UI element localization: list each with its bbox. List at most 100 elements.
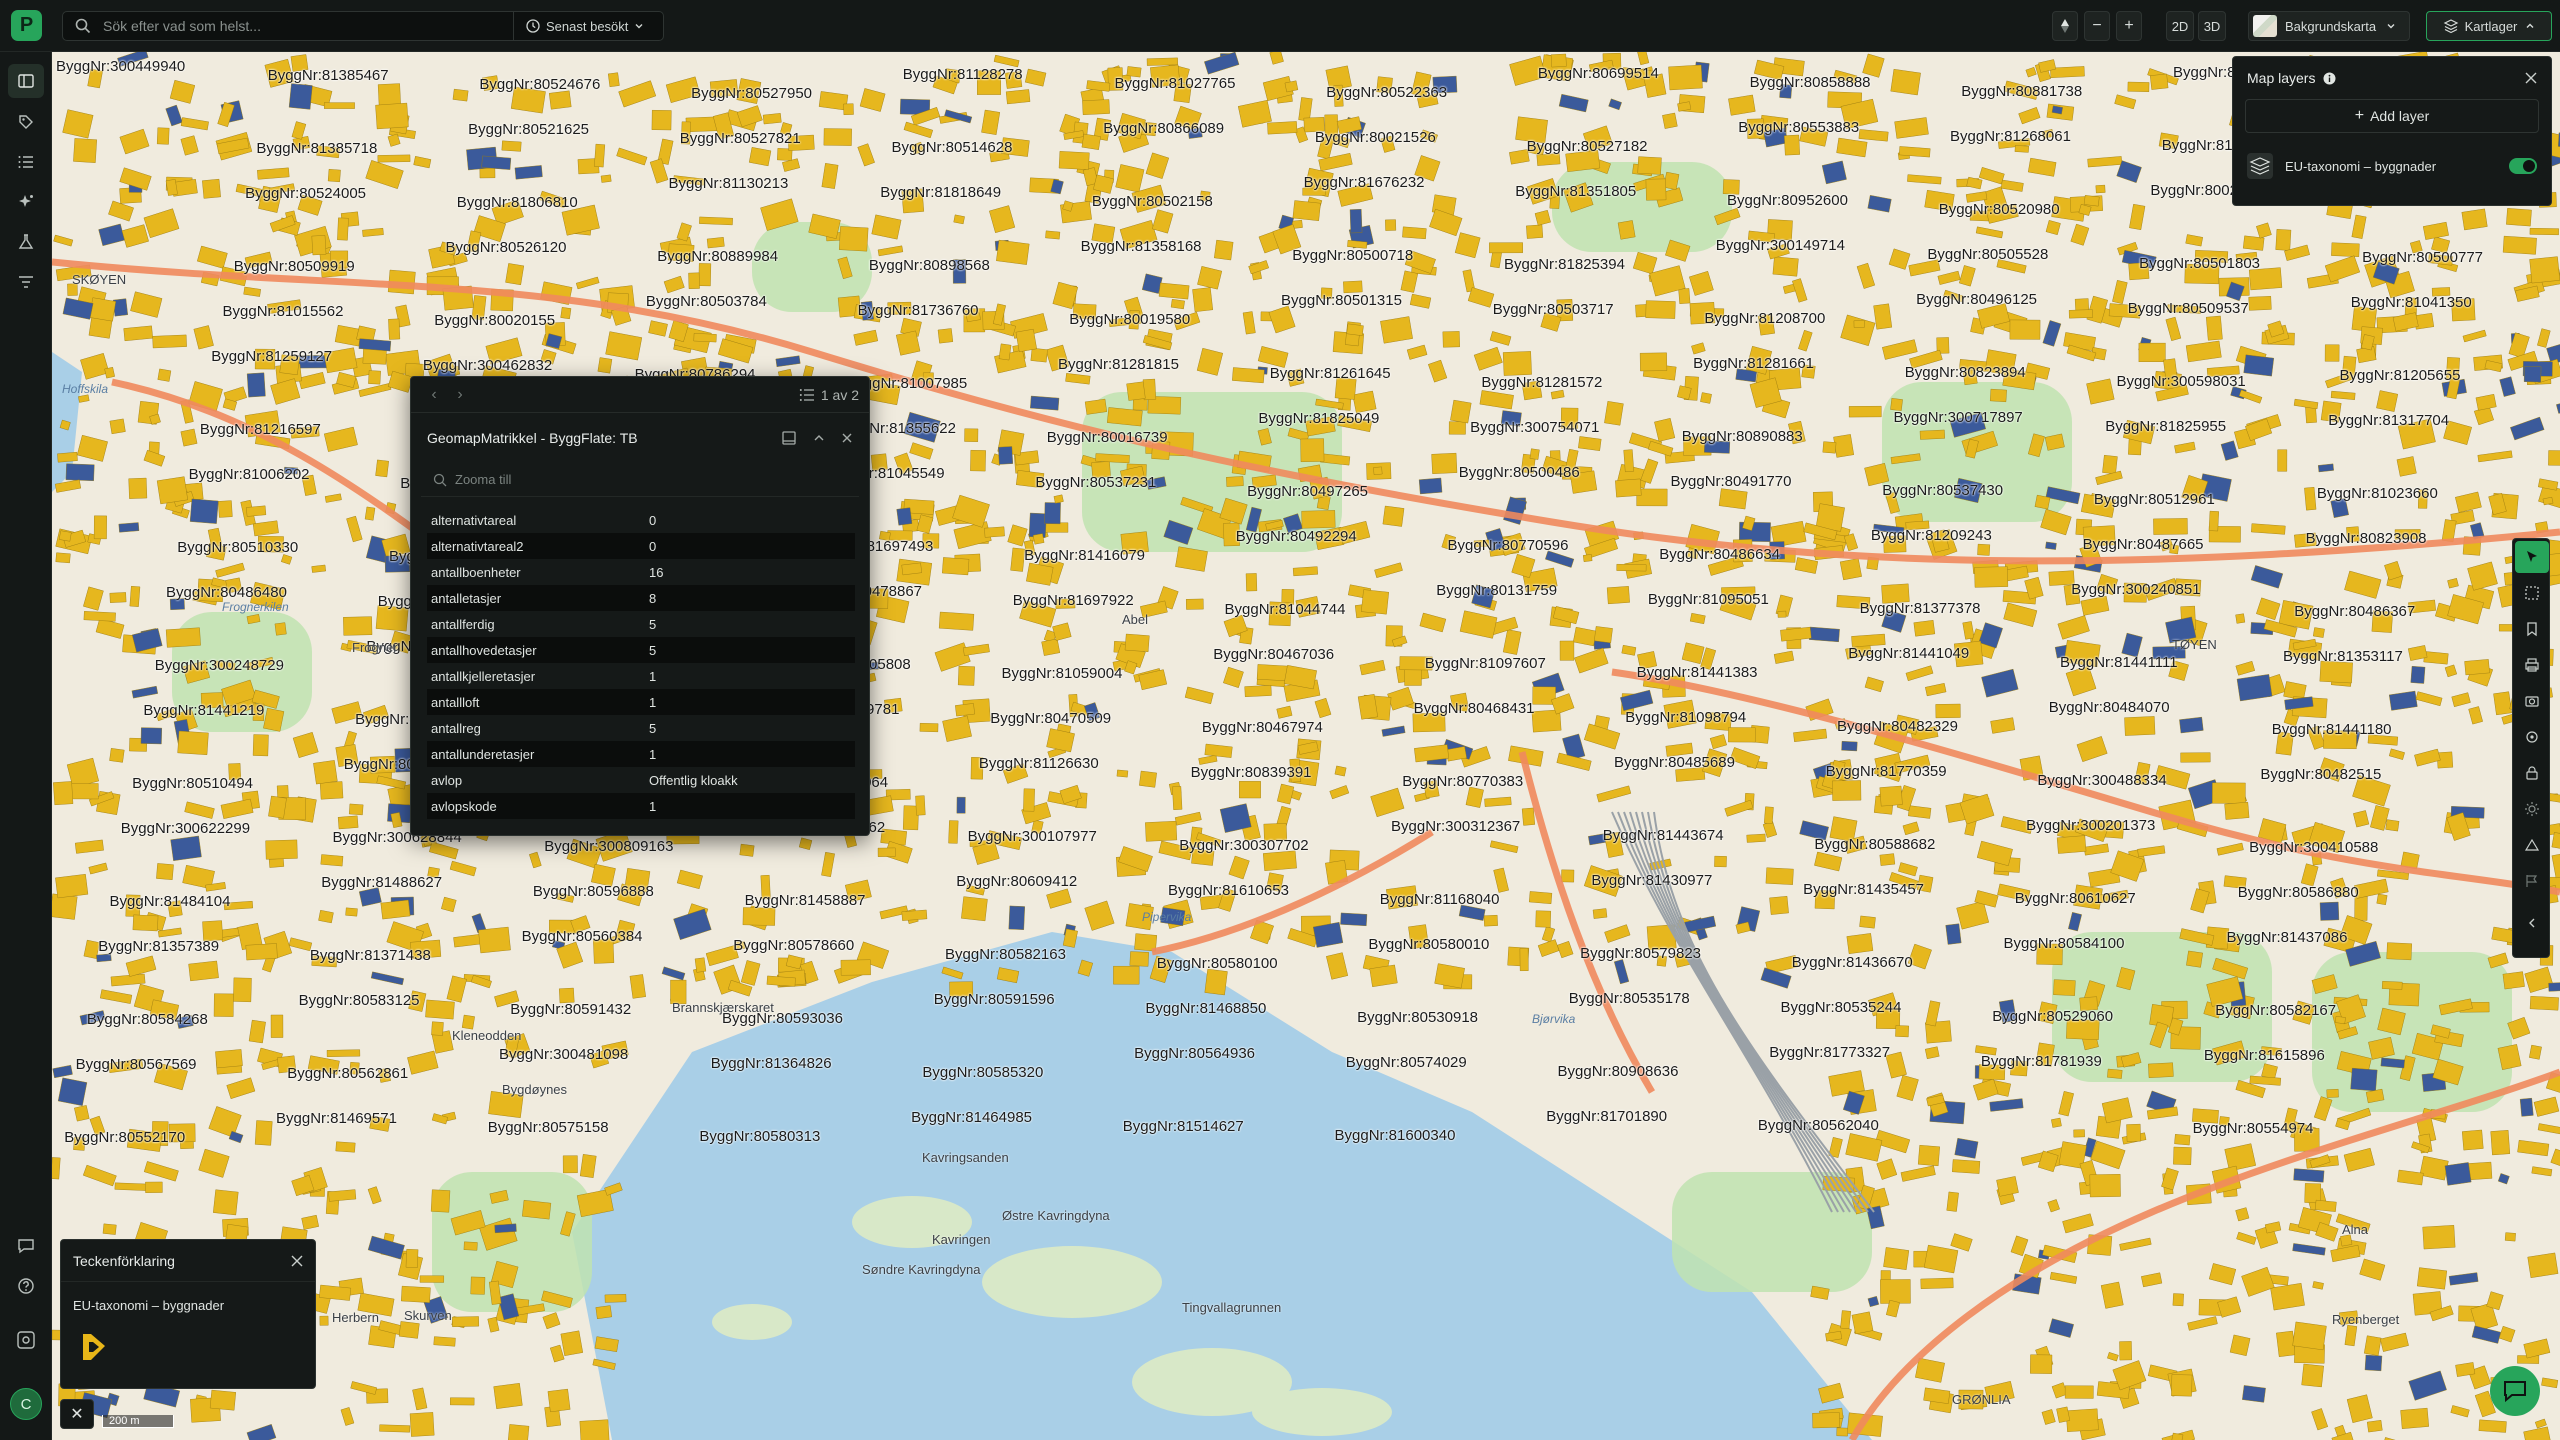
building-footprint [140, 727, 162, 745]
select-tool-button[interactable] [2515, 541, 2549, 573]
attribute-value: 1 [645, 741, 855, 767]
building-footprint [604, 1293, 627, 1303]
place-label: SKØYEN [72, 272, 127, 287]
building-footprint [1292, 200, 1321, 221]
building-footprint [326, 1049, 361, 1058]
app-logo[interactable]: P [11, 10, 42, 41]
building-footprint [2277, 449, 2288, 472]
sun-icon [2525, 802, 2539, 816]
building-footprint [1244, 685, 1272, 697]
building-footprint [1920, 1277, 1954, 1290]
building-footprint [919, 722, 939, 733]
building-footprint [1561, 869, 1575, 883]
building-footprint [73, 1136, 86, 1151]
close-icon[interactable] [841, 432, 853, 444]
sidebar-map-button[interactable] [8, 64, 44, 98]
mode-2d-button[interactable]: 2D [2166, 11, 2194, 41]
building-footprint [245, 943, 278, 961]
lock-tool-button[interactable] [2520, 761, 2544, 785]
building-footprint [1030, 347, 1048, 363]
building-footprint [1402, 226, 1427, 240]
print-tool-button[interactable] [2520, 653, 2544, 677]
layer-visibility-toggle[interactable] [2509, 158, 2537, 174]
sidebar-analysis-button[interactable] [14, 230, 38, 254]
support-chat-button[interactable] [2490, 1366, 2540, 1416]
building-footprint [2079, 996, 2098, 1011]
building-footprint [507, 1424, 530, 1440]
sidebar-tags-button[interactable] [14, 110, 38, 134]
close-icon[interactable] [291, 1255, 303, 1267]
building-footprint [2464, 659, 2490, 676]
building-footprint [1883, 535, 1907, 553]
recent-dropdown[interactable]: Senast besökt [514, 11, 664, 41]
next-feature-button[interactable]: › [447, 386, 473, 404]
building-footprint [1300, 438, 1325, 463]
building-footprint [1974, 566, 2009, 588]
building-footprint [2073, 1129, 2085, 1138]
building-footprint [2275, 229, 2292, 251]
basemap-dropdown[interactable]: Bakgrundskarta [2248, 11, 2410, 41]
add-layer-button[interactable]: + Add layer [2245, 99, 2539, 133]
building-footprint [1822, 441, 1837, 454]
zoom-out-button[interactable]: − [2084, 11, 2110, 41]
map-layers-dropdown[interactable]: Kartlager [2426, 11, 2552, 41]
building-footprint [2063, 583, 2081, 606]
building-footprint [2248, 267, 2283, 291]
attribute-value: 1 [649, 668, 657, 684]
sidebar-feedback-button[interactable] [14, 1234, 38, 1258]
bookmark-tool-button[interactable] [2520, 617, 2544, 641]
zoom-in-button[interactable]: + [2116, 11, 2142, 41]
sidebar-settings-button[interactable] [14, 1328, 38, 1352]
layer-item[interactable]: EU-taxonomi – byggnader [2233, 141, 2551, 191]
flag-tool-button[interactable] [2520, 869, 2544, 893]
building-footprint [558, 987, 575, 1004]
building-footprint [2138, 342, 2166, 363]
building-footprint [2205, 315, 2223, 341]
building-footprint [860, 301, 874, 321]
sidebar-list-button[interactable] [14, 150, 38, 174]
building-footprint [1859, 915, 1876, 929]
box-select-tool-button[interactable] [2520, 581, 2544, 605]
building-footprint [1606, 586, 1630, 605]
dock-panel-icon[interactable] [781, 430, 797, 446]
map-layers-panel: Map layers + Add layer EU-taxonomi – byg… [2232, 56, 2552, 206]
building-footprint [1053, 494, 1064, 504]
zoom-to-feature-button[interactable]: Zooma till [421, 463, 859, 497]
screenshot-tool-button[interactable] [2520, 689, 2544, 713]
measure-tool-button[interactable] [2520, 833, 2544, 857]
chevron-up-icon[interactable] [813, 432, 825, 444]
building-footprint [1045, 230, 1061, 240]
zoom-to-label: Zooma till [455, 472, 512, 487]
search-input[interactable] [103, 18, 503, 34]
measure-icon [2524, 838, 2540, 851]
locate-tool-button[interactable] [2520, 725, 2544, 749]
info-icon[interactable] [2323, 72, 2336, 85]
close-icon[interactable] [2525, 72, 2537, 84]
building-footprint [375, 102, 409, 130]
building-footprint [600, 174, 612, 183]
building-footprint [694, 957, 707, 973]
building-footprint [942, 557, 970, 576]
user-avatar[interactable]: C [10, 1388, 42, 1420]
list-icon[interactable] [799, 388, 815, 402]
collapse-tools-button[interactable] [2520, 911, 2544, 935]
previous-feature-button[interactable]: ‹ [421, 386, 447, 404]
mode-3d-button[interactable]: 3D [2198, 11, 2226, 41]
building-footprint [2386, 942, 2412, 961]
building-footprint [2304, 1183, 2321, 1204]
building-footprint [2504, 1232, 2516, 1242]
sidebar-ai-button[interactable] [14, 190, 38, 214]
legend-building-swatch [83, 1334, 105, 1360]
building-footprint [2451, 298, 2476, 322]
building-footprint [1489, 242, 1523, 254]
close-overlay-button[interactable]: ✕ [60, 1399, 94, 1429]
compass-button[interactable] [2052, 11, 2078, 41]
chat-icon [2504, 1381, 2526, 1403]
sidebar-help-button[interactable] [14, 1274, 38, 1298]
attribute-key: antallkjelleretasjer [431, 668, 536, 684]
building-footprint [348, 803, 364, 816]
sidebar-filter-button[interactable] [14, 270, 38, 294]
building-footprint [109, 748, 125, 763]
building-footprint [595, 1305, 613, 1320]
sun-tool-button[interactable] [2520, 797, 2544, 821]
